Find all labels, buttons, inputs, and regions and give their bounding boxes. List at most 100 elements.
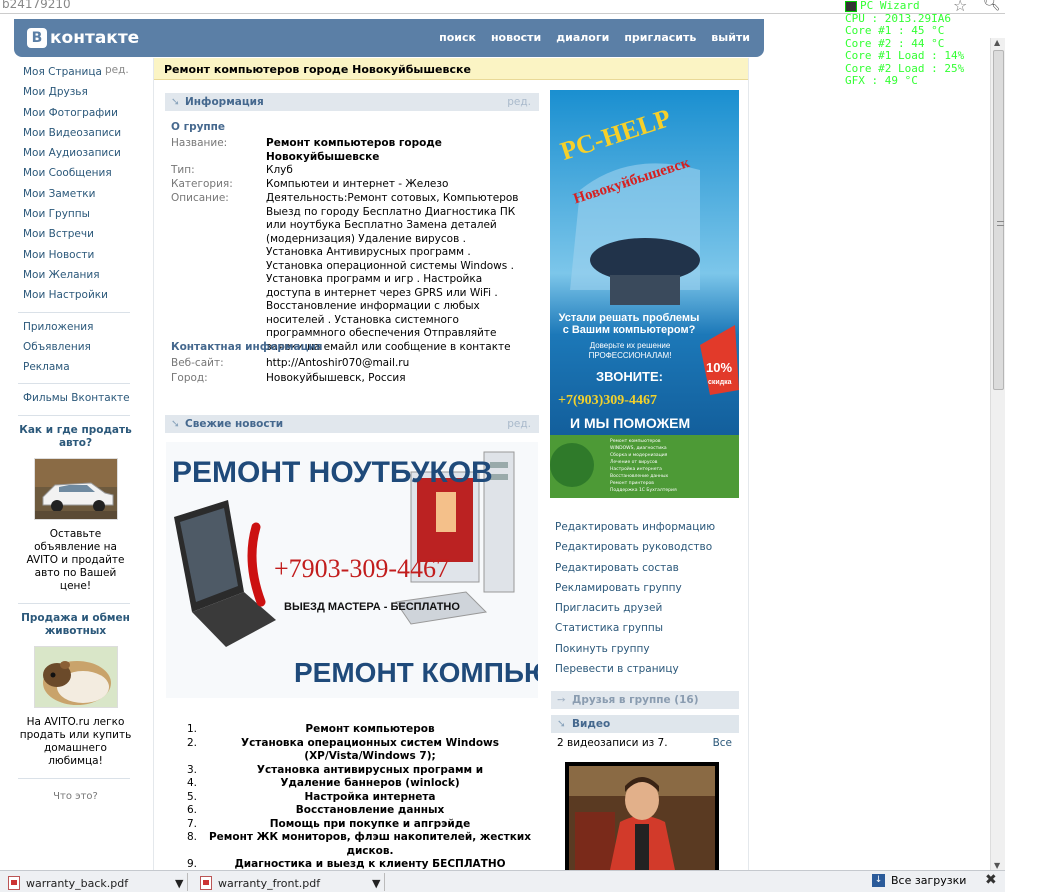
banner-phone: +7(903)309-4467 xyxy=(558,393,657,408)
edit-menu-link[interactable]: ред. xyxy=(105,64,129,76)
group-avatar-banner[interactable]: PC-HELP Новокуйбышевск Устали решать про… xyxy=(550,90,739,498)
menu-news[interactable]: Мои Новости xyxy=(18,247,133,267)
news-image-phone: +7903-309-4467 xyxy=(274,554,449,583)
leave-group-link[interactable]: Покинуть группу xyxy=(555,643,740,663)
nav-logout[interactable]: выйти xyxy=(711,31,750,44)
menu-advertising[interactable]: Реклама xyxy=(18,359,133,379)
news-image-line3: РЕМОНТ КОМПЬЮТЕРОВ xyxy=(294,657,538,688)
edit-members-link[interactable]: Редактировать состав xyxy=(555,562,740,582)
edit-management-link[interactable]: Редактировать руководство xyxy=(555,541,740,561)
banner-trust: Доверьте их решение ПРОФЕССИОНАЛАМ! xyxy=(588,341,672,360)
news-section-title: Свежие новости xyxy=(185,418,284,430)
ad1-title[interactable]: Как и где продать авто? xyxy=(18,424,133,450)
banner-bullet: Ремонт компьютеров xyxy=(610,438,661,444)
top-nav: поиск новости диалоги пригласить выйти xyxy=(439,31,750,44)
vk-logo[interactable]: B контакте xyxy=(27,28,139,48)
downloads-bar: warranty_back.pdf ▼ warranty_front.pdf ▼… xyxy=(0,870,1005,892)
banner-discount-label: скидка xyxy=(708,379,732,386)
info-edit-link[interactable]: ред. xyxy=(507,93,531,111)
what-is-this-link[interactable]: Что это? xyxy=(18,791,133,802)
download-item[interactable]: warranty_back.pdf xyxy=(8,874,128,892)
menu-wishes[interactable]: Мои Желания xyxy=(18,267,133,287)
nav-search[interactable]: поиск xyxy=(439,31,476,44)
news-image-line1: РЕМОНТ НОУТБУКОВ xyxy=(172,456,493,489)
video-thumbnail[interactable] xyxy=(565,762,719,870)
edit-info-link[interactable]: Редактировать информацию xyxy=(555,521,740,541)
scrollbar-thumb[interactable] xyxy=(993,50,1004,390)
list-item: 6. Восстановление данных xyxy=(175,804,535,818)
chevron-down-icon[interactable]: ▼ xyxy=(175,874,183,892)
chevron-down-icon[interactable]: ▼ xyxy=(372,874,380,892)
menu-events[interactable]: Мои Встречи xyxy=(18,226,133,246)
convert-to-page-link[interactable]: Перевести в страницу xyxy=(555,663,740,683)
pc-wizard-overlay: PC Wizard CPU : 2013.29IA6 Core #1 : 45 … xyxy=(845,0,964,88)
invite-friends-link[interactable]: Пригласить друзей xyxy=(555,602,740,622)
menu-audio[interactable]: Мои Аудиозаписи xyxy=(18,145,133,165)
category-label: Категория: xyxy=(171,178,233,190)
ad2-title[interactable]: Продажа и обмен животных xyxy=(18,612,133,638)
browser-window: b24179210 ☆ 🔍︎ PC Wizard CPU : 2013.29IA… xyxy=(0,0,1063,892)
pc-wizard-icon xyxy=(845,0,857,12)
description-label: Описание: xyxy=(171,192,229,204)
vk-logo-icon: B xyxy=(27,28,47,48)
nav-invite[interactable]: пригласить xyxy=(624,31,696,44)
list-item: 1. Ремонт компьютеров xyxy=(175,723,535,737)
video-all-link[interactable]: Все xyxy=(713,737,732,749)
menu-divider xyxy=(18,311,130,313)
search-icon[interactable]: 🔍︎ xyxy=(983,0,1001,12)
description-value: Деятельность:Ремонт сотовых, Компьютеров… xyxy=(266,192,519,353)
list-item: 8. Ремонт ЖК мониторов, флэш накопителей,… xyxy=(175,831,535,858)
city-value[interactable]: Новокуйбышевск, Россия xyxy=(266,372,406,386)
download-filename: warranty_front.pdf xyxy=(218,876,321,890)
menu-groups[interactable]: Мои Группы xyxy=(18,206,133,226)
type-label: Тип: xyxy=(171,164,195,176)
group-stats-link[interactable]: Статистика группы xyxy=(555,622,740,642)
ad2-hamster-image[interactable] xyxy=(33,645,118,708)
menu-messages[interactable]: Мои Сообщения xyxy=(18,165,133,185)
nav-dialogs[interactable]: диалоги xyxy=(556,31,609,44)
menu-ads[interactable]: Объявления xyxy=(18,339,133,359)
all-downloads-button[interactable]: ↓ Все загрузки xyxy=(872,874,966,887)
menu-divider xyxy=(18,602,130,604)
info-section-header[interactable]: ➘ Информация ред. xyxy=(165,93,539,111)
menu-friends[interactable]: Мои Друзья xyxy=(18,84,133,104)
vertical-scrollbar[interactable]: ▲ ▼ xyxy=(990,38,1005,870)
list-item: 7. Помощь при покупке и апгрэйде xyxy=(175,818,535,832)
download-icon: ↓ xyxy=(872,874,885,887)
close-icon[interactable]: ✖ xyxy=(985,872,997,888)
arrow-down-icon: ➘ xyxy=(171,418,180,430)
menu-photos[interactable]: Мои Фотографии xyxy=(18,105,133,125)
category-value: Компьютеи и интернет - Железо xyxy=(266,178,449,190)
menu-apps[interactable]: Приложения xyxy=(18,319,133,339)
advertise-group-link[interactable]: Рекламировать группу xyxy=(555,582,740,602)
scroll-up-icon[interactable]: ▲ xyxy=(994,38,1000,47)
website-value[interactable]: http://Antoshir070@mail.ru xyxy=(266,357,409,371)
friends-in-group-bar[interactable]: ➙ Друзья в группе (16) xyxy=(551,691,739,709)
menu-videos[interactable]: Мои Видеозаписи xyxy=(18,125,133,145)
menu-notes[interactable]: Мои Заметки xyxy=(18,186,133,206)
scroll-down-icon[interactable]: ▼ xyxy=(994,861,1000,870)
news-image-line2: ВЫЕЗД МАСТЕРА - БЕСПЛАТНО xyxy=(284,601,460,613)
nav-news[interactable]: новости xyxy=(491,31,541,44)
service-text: Установка антивирусных программ и xyxy=(256,763,484,776)
news-edit-link[interactable]: ред. xyxy=(507,415,531,433)
download-item[interactable]: warranty_front.pdf xyxy=(200,874,320,892)
name-value: Ремонт компьютеров городе Новокуйбышевск… xyxy=(266,137,442,163)
ad2-text: На AVITO.ru легко продать или купить дом… xyxy=(19,715,132,767)
menu-movies[interactable]: Фильмы Вконтакте xyxy=(18,390,133,410)
service-text: Помощь при покупке и апгрэйде xyxy=(269,817,471,830)
divider xyxy=(384,873,385,891)
info-section-title: Информация xyxy=(185,96,264,108)
grip-icon xyxy=(997,221,1004,226)
vk-header: B контакте поиск новости диалоги приглас… xyxy=(14,19,764,57)
divider xyxy=(187,873,188,891)
menu-divider xyxy=(18,383,130,385)
name-label: Название: xyxy=(171,137,228,149)
ad1-car-image[interactable] xyxy=(33,457,118,520)
banner-bullet: Настройка интернета xyxy=(610,465,662,472)
news-section-header[interactable]: ➘ Свежие новости ред. xyxy=(165,415,539,433)
video-section-header[interactable]: ➘ Видео xyxy=(551,715,739,733)
news-ad-image[interactable]: РЕМОНТ НОУТБУКОВ +7903-309-4467 ВЫЕЗД МА… xyxy=(166,442,538,698)
banner-call: ЗВОНИТЕ: xyxy=(596,369,663,384)
menu-settings[interactable]: Мои Настройки xyxy=(18,287,133,307)
